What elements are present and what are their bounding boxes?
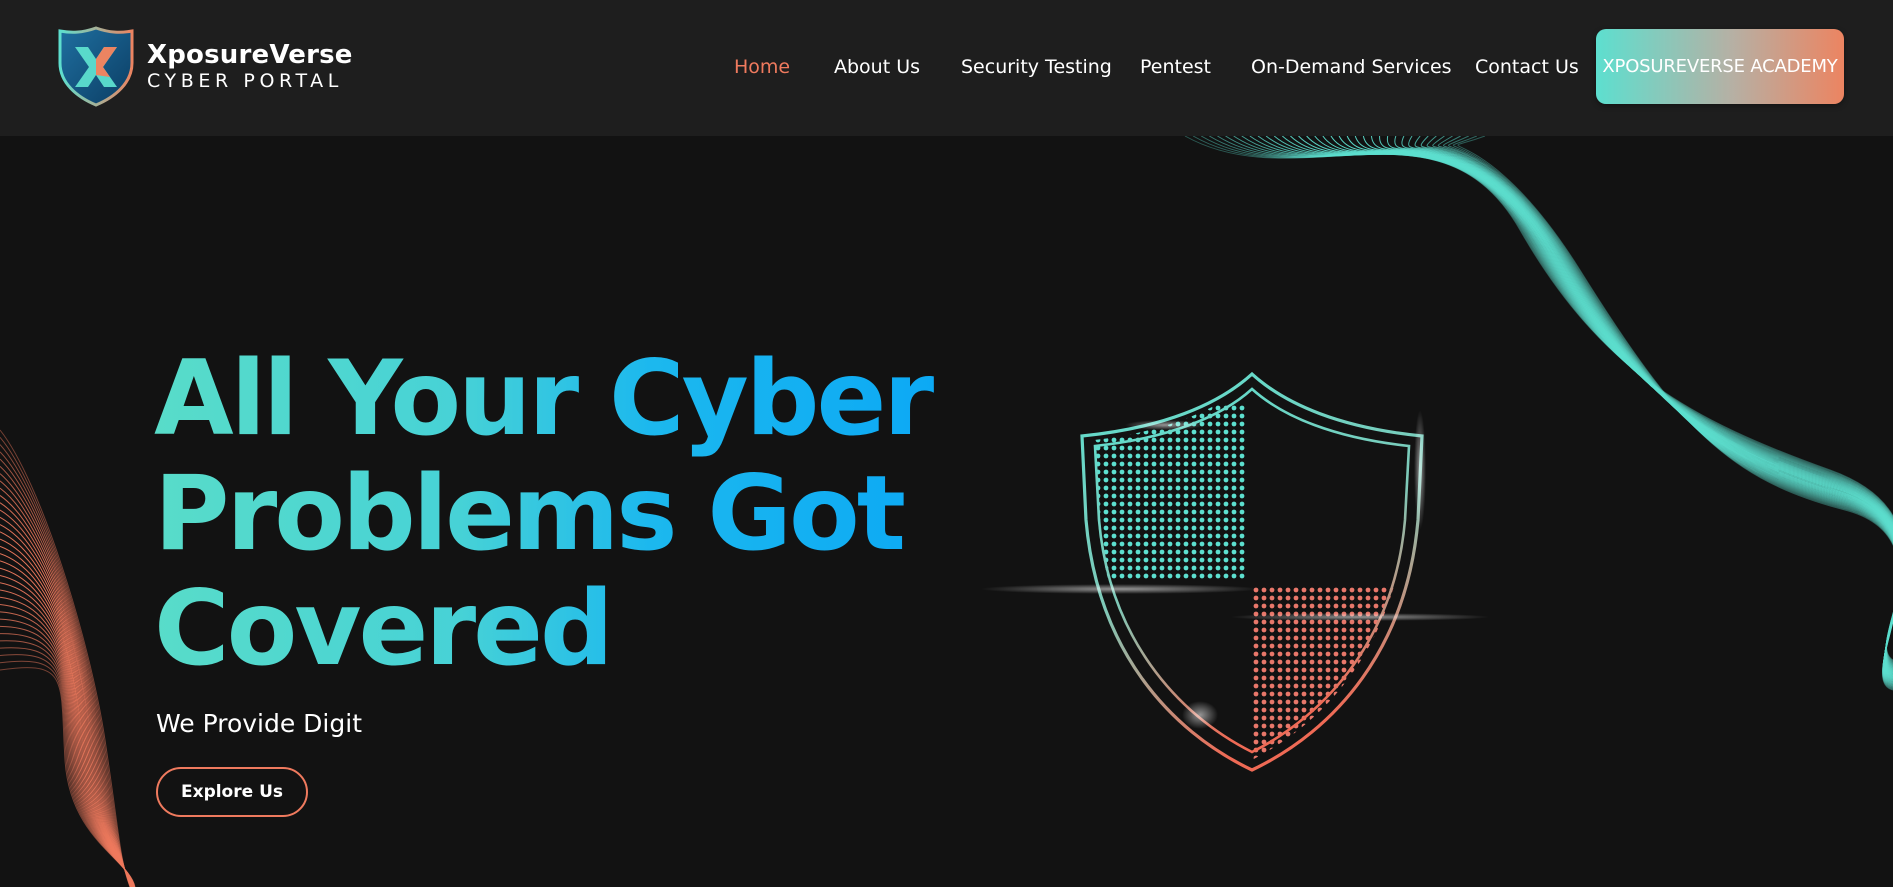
- nav-item-on-demand-services[interactable]: On-Demand Services: [1251, 56, 1452, 78]
- nav-item-home[interactable]: Home: [734, 56, 790, 78]
- nav-item-pentest[interactable]: Pentest: [1140, 56, 1211, 78]
- page: XposureVerse CYBER PORTAL Home About Us …: [0, 0, 1893, 887]
- explore-us-button[interactable]: Explore Us: [156, 767, 308, 817]
- hero-subtitle: We Provide Digit: [156, 709, 362, 738]
- hero-title: All Your Cyber Problems Got Covered: [154, 342, 954, 687]
- nav-item-about-us[interactable]: About Us: [834, 56, 920, 78]
- nav-item-security-testing[interactable]: Security Testing: [961, 56, 1112, 78]
- academy-button[interactable]: XPOSUREVERSE ACADEMY: [1596, 29, 1844, 104]
- nav-item-contact-us[interactable]: Contact Us: [1475, 56, 1579, 78]
- site-header: XposureVerse CYBER PORTAL Home About Us …: [0, 0, 1893, 136]
